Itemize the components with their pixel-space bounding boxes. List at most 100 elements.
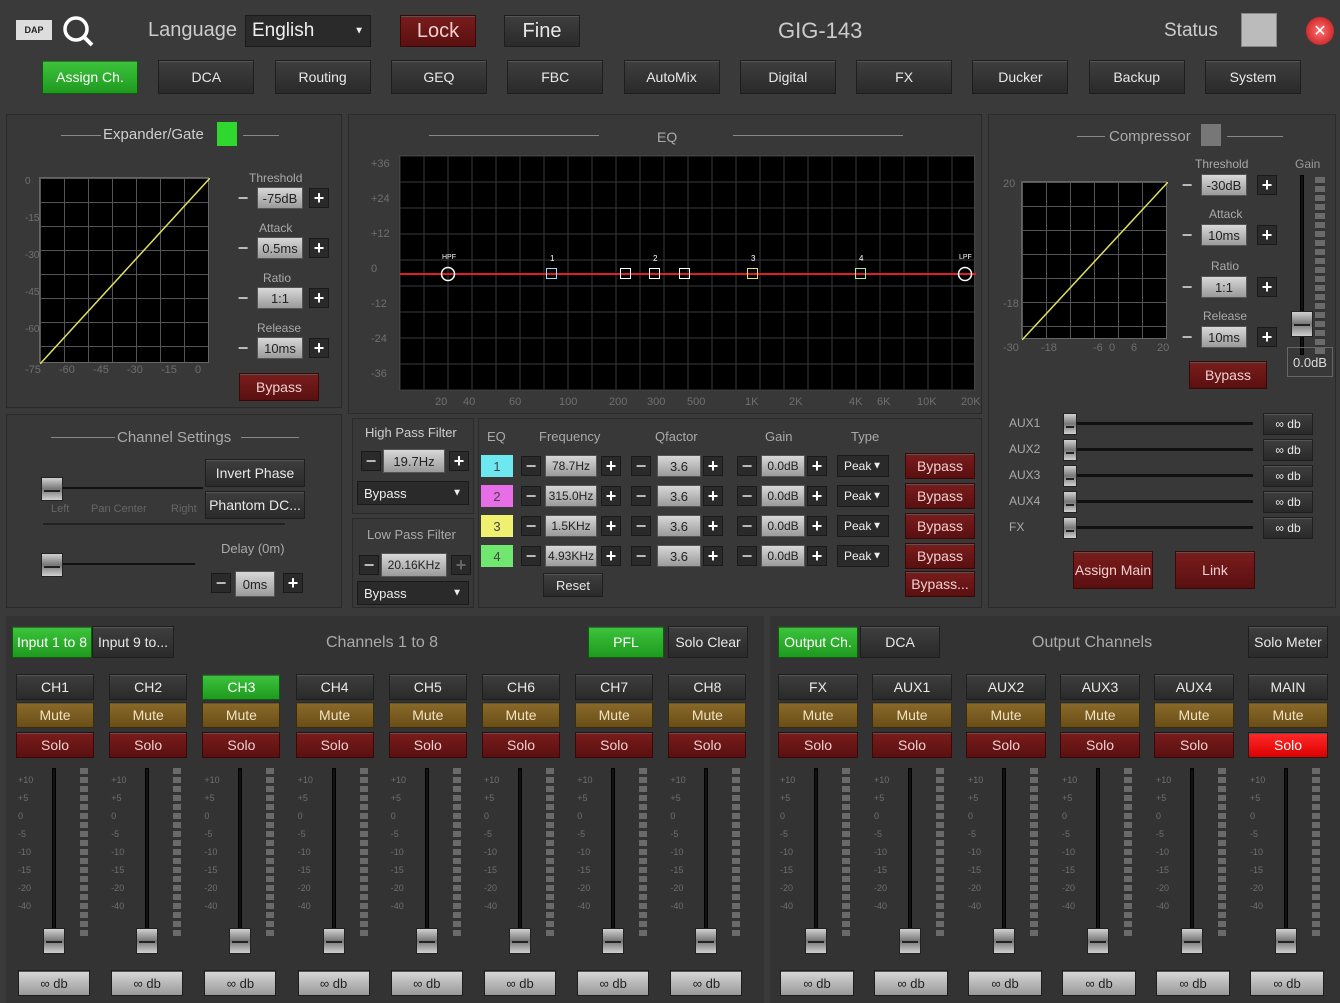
- input-tab-2[interactable]: Input 9 to...: [92, 626, 174, 658]
- channel-fader[interactable]: [1181, 928, 1203, 954]
- compressor-release-plus-button[interactable]: +: [1257, 327, 1277, 347]
- mute-button[interactable]: Mute: [668, 702, 747, 728]
- tab-routing[interactable]: Routing: [274, 60, 371, 94]
- expander-ratio-minus-button[interactable]: −: [233, 288, 253, 308]
- mute-button[interactable]: Mute: [778, 702, 858, 728]
- eq-gain-plus-button[interactable]: +: [807, 516, 827, 536]
- eq-type-select[interactable]: Peak ▼: [837, 455, 889, 477]
- expander-release-value[interactable]: 10ms: [257, 337, 303, 359]
- aux-value[interactable]: ∞ db: [1263, 517, 1313, 539]
- solo-button[interactable]: Solo: [668, 732, 747, 758]
- aux-send-fader[interactable]: [1063, 517, 1077, 539]
- eq-q-minus-button[interactable]: −: [631, 456, 651, 476]
- channel-select-button[interactable]: AUX1: [872, 674, 952, 700]
- solo-button[interactable]: Solo: [16, 732, 94, 758]
- compressor-ratio-plus-button[interactable]: +: [1257, 277, 1277, 297]
- hpf-value[interactable]: 19.7Hz: [383, 449, 445, 473]
- lpf-plus-button[interactable]: +: [451, 555, 471, 575]
- aux-value[interactable]: ∞ db: [1263, 491, 1313, 513]
- eq-band-bypass-button[interactable]: Bypass: [905, 453, 975, 479]
- solo-button[interactable]: Solo: [1248, 732, 1328, 758]
- tab-system[interactable]: System: [1205, 60, 1301, 94]
- channel-fader[interactable]: [509, 928, 531, 954]
- compressor-release-value[interactable]: 10ms: [1201, 326, 1247, 348]
- solo-button[interactable]: Solo: [1060, 732, 1140, 758]
- link-button[interactable]: Link: [1175, 551, 1255, 589]
- mute-button[interactable]: Mute: [388, 702, 467, 728]
- lpf-value[interactable]: 20.16KHz: [381, 553, 447, 577]
- compressor-attack-plus-button[interactable]: +: [1257, 225, 1277, 245]
- output-tab-1[interactable]: Output Ch.: [778, 626, 858, 658]
- compressor-threshold-minus-button[interactable]: −: [1177, 175, 1197, 195]
- channel-gain-value[interactable]: ∞ db: [390, 970, 463, 996]
- aux-send-fader[interactable]: [1063, 439, 1077, 461]
- aux-value[interactable]: ∞ db: [1263, 413, 1313, 435]
- tab-fx[interactable]: FX: [856, 60, 953, 94]
- eq-gain-minus-button[interactable]: −: [737, 456, 757, 476]
- eq-q-value[interactable]: 3.6: [657, 515, 701, 537]
- compressor-threshold-value[interactable]: -30dB: [1201, 174, 1247, 196]
- eq-freq-minus-button[interactable]: −: [521, 456, 541, 476]
- eq-q-minus-button[interactable]: −: [631, 516, 651, 536]
- solo-button[interactable]: Solo: [482, 732, 560, 758]
- invert-phase-button[interactable]: Invert Phase: [205, 459, 305, 487]
- eq-freq-plus-button[interactable]: +: [601, 486, 621, 506]
- eq-gain-value[interactable]: 0.0dB: [761, 515, 805, 537]
- channel-select-button[interactable]: AUX4: [1154, 674, 1234, 700]
- channel-fader[interactable]: [899, 928, 921, 954]
- eq-band-handle[interactable]: [679, 268, 690, 279]
- lpf-mode-select[interactable]: Bypass ▼: [357, 581, 469, 605]
- compressor-ratio-minus-button[interactable]: −: [1177, 277, 1197, 297]
- hpf-plus-button[interactable]: +: [449, 451, 469, 471]
- eq-q-value[interactable]: 3.6: [657, 455, 701, 477]
- expander-release-plus-button[interactable]: +: [309, 338, 329, 358]
- eq-bypass-all-button[interactable]: Bypass...: [905, 571, 975, 597]
- eq-gain-value[interactable]: 0.0dB: [761, 455, 805, 477]
- eq-gain-value[interactable]: 0.0dB: [761, 545, 805, 567]
- compressor-gain-fader[interactable]: [1291, 311, 1313, 337]
- eq-band-handle[interactable]: [546, 268, 557, 279]
- eq-gain-plus-button[interactable]: +: [807, 546, 827, 566]
- mute-button[interactable]: Mute: [295, 702, 374, 728]
- aux-value[interactable]: ∞ db: [1263, 465, 1313, 487]
- tab-geq[interactable]: GEQ: [390, 60, 487, 94]
- channel-fader[interactable]: [695, 928, 718, 954]
- compressor-release-minus-button[interactable]: −: [1177, 327, 1197, 347]
- delay-value[interactable]: 0ms: [235, 571, 275, 597]
- channel-gain-value[interactable]: ∞ db: [18, 970, 90, 996]
- channel-select-button[interactable]: CH7: [575, 674, 654, 700]
- language-select[interactable]: English ▼: [245, 15, 371, 47]
- channel-select-button[interactable]: AUX3: [1060, 674, 1140, 700]
- channel-gain-value[interactable]: ∞ db: [204, 970, 277, 996]
- delay-slider[interactable]: [41, 553, 63, 577]
- expander-release-minus-button[interactable]: −: [233, 338, 253, 358]
- eq-band-handle[interactable]: [649, 268, 660, 279]
- channel-select-button[interactable]: CH3: [202, 674, 281, 700]
- eq-q-minus-button[interactable]: −: [631, 486, 651, 506]
- eq-type-select[interactable]: Peak ▼: [837, 515, 889, 537]
- expander-threshold-plus-button[interactable]: +: [309, 188, 329, 208]
- eq-gain-minus-button[interactable]: −: [737, 546, 757, 566]
- hpf-minus-button[interactable]: −: [361, 451, 381, 471]
- channel-gain-value[interactable]: ∞ db: [968, 970, 1042, 996]
- channel-gain-value[interactable]: ∞ db: [1062, 970, 1136, 996]
- channel-select-button[interactable]: CH1: [16, 674, 94, 700]
- compressor-threshold-plus-button[interactable]: +: [1257, 175, 1277, 195]
- channel-gain-value[interactable]: ∞ db: [111, 970, 184, 996]
- channel-fader[interactable]: [602, 928, 625, 954]
- fine-button[interactable]: Fine: [504, 15, 580, 47]
- channel-select-button[interactable]: MAIN: [1248, 674, 1328, 700]
- lock-button[interactable]: Lock: [400, 15, 476, 47]
- eq-band-handle[interactable]: [747, 268, 758, 279]
- aux-send-fader[interactable]: [1063, 413, 1077, 435]
- eq-freq-plus-button[interactable]: +: [601, 456, 621, 476]
- eq-q-plus-button[interactable]: +: [703, 456, 723, 476]
- eq-q-minus-button[interactable]: −: [631, 546, 651, 566]
- channel-fader[interactable]: [805, 928, 827, 954]
- channel-fader[interactable]: [1275, 928, 1297, 954]
- eq-reset-button[interactable]: Reset: [543, 573, 603, 597]
- delay-minus-button[interactable]: −: [211, 573, 231, 593]
- solo-button[interactable]: Solo: [872, 732, 952, 758]
- eq-band-handle[interactable]: [620, 268, 631, 279]
- delay-plus-button[interactable]: +: [283, 573, 303, 593]
